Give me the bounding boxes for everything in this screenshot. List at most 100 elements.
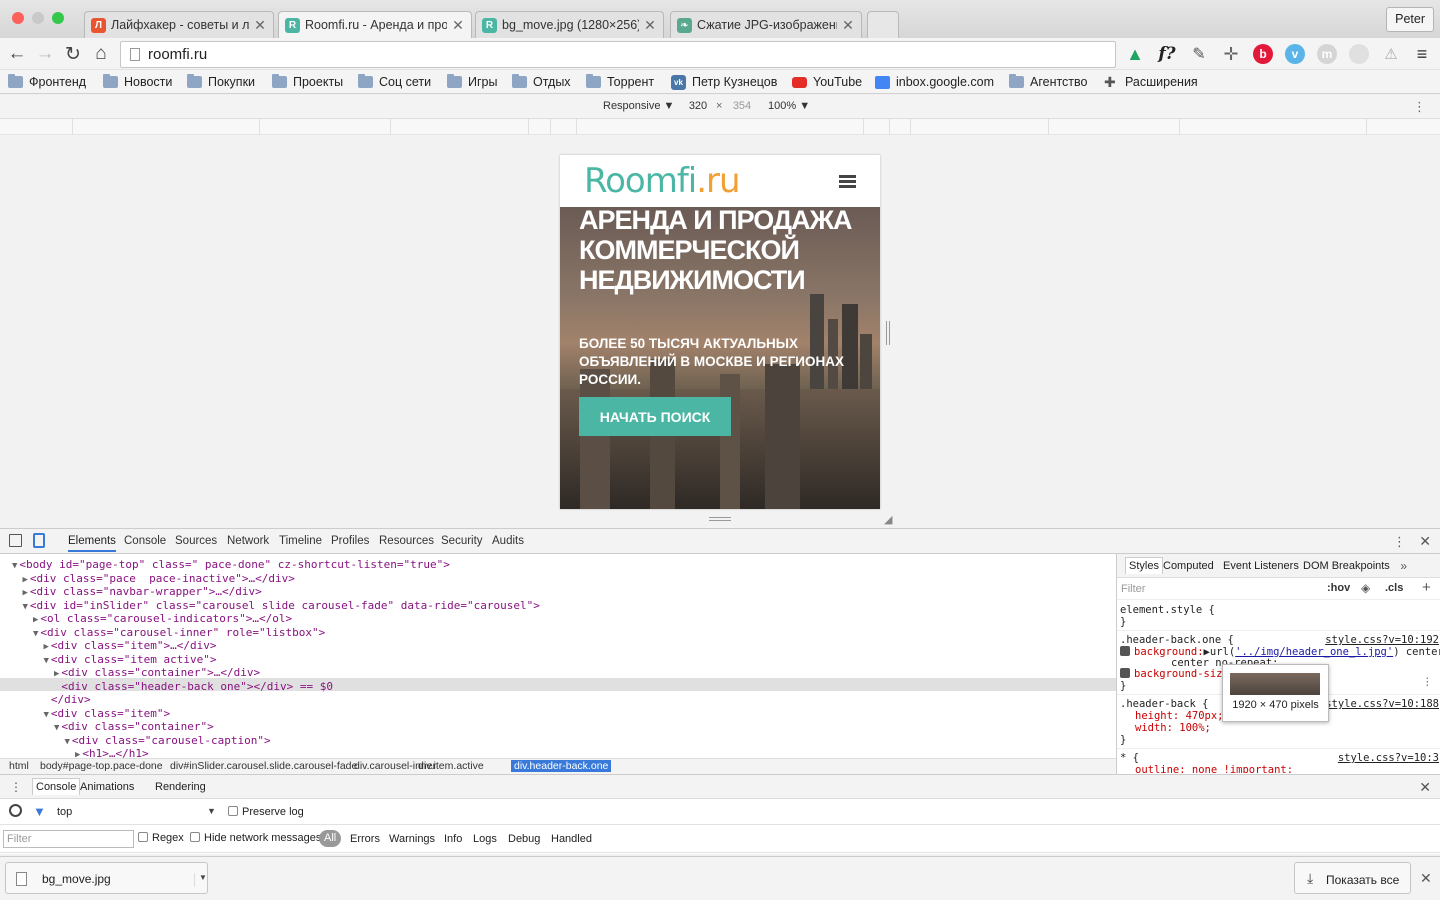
resize-handle-bottom[interactable]	[709, 517, 731, 521]
styles-tab[interactable]: Event Listeners	[1223, 560, 1299, 572]
bookmark-item[interactable]: Игры	[447, 73, 497, 91]
bookmark-item[interactable]: Покупки	[187, 73, 255, 91]
level-all-button[interactable]: All	[319, 830, 342, 847]
vimeo-icon[interactable]: v	[1285, 44, 1305, 64]
devtools-tab-console[interactable]: Console	[124, 535, 166, 547]
more-tabs-icon[interactable]: »	[1400, 559, 1407, 573]
start-search-button[interactable]: НАЧАТЬ ПОИСК	[579, 397, 731, 436]
browser-tab[interactable]: Л Лайфхакер - советы и лайфхаки ✕	[84, 11, 274, 38]
bookmark-item[interactable]: ✚ Расширения	[1104, 73, 1198, 91]
height-input[interactable]: 354	[728, 100, 756, 112]
level-filter-button[interactable]: Warnings	[389, 833, 435, 845]
close-devtools-icon[interactable]: ✕	[1419, 533, 1431, 550]
devtools-tab-audits[interactable]: Audits	[492, 535, 524, 547]
bookmark-item[interactable]: Торрент	[586, 73, 654, 91]
bookmark-item[interactable]: Новости	[103, 73, 172, 91]
address-bar[interactable]: roomfi.ru	[120, 41, 1116, 68]
level-filter-button[interactable]: Logs	[473, 833, 497, 845]
drawer-tab[interactable]: Console	[32, 778, 81, 795]
home-button[interactable]: ⌂	[89, 42, 113, 66]
device-mode-select[interactable]: Responsive ▼	[603, 100, 674, 112]
eyedropper-icon[interactable]: ✎	[1189, 44, 1209, 64]
rule-menu-icon[interactable]: ⋮	[1422, 676, 1433, 688]
breadcrumb-item[interactable]: body#page-top.pace-done	[37, 760, 166, 772]
warning-icon[interactable]: ⚠	[1381, 44, 1401, 64]
ruler-crosshair-icon[interactable]: ✛	[1221, 44, 1241, 64]
expand-arrow-icon[interactable]: ▼	[23, 602, 28, 612]
bookmark-item[interactable]: YouTube	[792, 73, 862, 91]
level-filter-button[interactable]: Errors	[350, 833, 380, 845]
rule2-source-link[interactable]: style.css?v=10:188	[1325, 698, 1439, 710]
preserve-log-option[interactable]: Preserve log	[228, 806, 304, 818]
zoom-select[interactable]: 100% ▼	[768, 100, 810, 112]
minimize-window-button[interactable]	[32, 12, 44, 24]
close-drawer-icon[interactable]: ✕	[1419, 779, 1431, 796]
clear-console-icon[interactable]	[9, 804, 22, 817]
profile-button[interactable]: Peter	[1386, 7, 1434, 32]
hide-network-option[interactable]: Hide network messages	[190, 832, 321, 844]
new-rule-icon[interactable]: +	[1422, 579, 1431, 596]
breadcrumb-item[interactable]: div#inSlider.carousel.slide.carousel-fad…	[167, 760, 360, 772]
m-extension-icon[interactable]: m	[1317, 44, 1337, 64]
resize-corner-icon[interactable]: ◢	[884, 513, 892, 526]
checkbox-icon[interactable]	[228, 806, 238, 816]
checkbox-icon[interactable]	[190, 832, 200, 842]
browser-tab[interactable]: ❧ Сжатие JPG-изображений ✕	[670, 11, 862, 38]
devtools-tab-security[interactable]: Security	[441, 535, 483, 547]
drawer-tab[interactable]: Rendering	[155, 781, 206, 793]
device-toggle-icon[interactable]	[33, 533, 45, 548]
pocket-icon[interactable]	[1349, 44, 1369, 64]
bookmark-item[interactable]: vk Петр Кузнецов	[671, 73, 777, 91]
level-filter-button[interactable]: Info	[444, 833, 462, 845]
expand-arrow-icon[interactable]: ▼	[54, 723, 59, 733]
tab-close-icon[interactable]: ✕	[253, 17, 267, 34]
hamburger-menu-icon[interactable]	[839, 175, 856, 189]
expand-arrow-icon[interactable]: ▼	[12, 561, 17, 571]
expand-arrow-icon[interactable]: ▼	[65, 737, 70, 747]
bookmark-item[interactable]: inbox.google.com	[875, 73, 994, 91]
level-filter-button[interactable]: Handled	[551, 833, 592, 845]
tab-close-icon[interactable]: ✕	[841, 17, 855, 34]
roomfi-logo[interactable]: Roomfi.ru	[584, 161, 741, 201]
resize-handle-right[interactable]	[886, 321, 890, 345]
bookmark-item[interactable]: Отдых	[512, 73, 571, 91]
level-filter-button[interactable]: Debug	[508, 833, 540, 845]
bookmark-item[interactable]: Агентство	[1009, 73, 1088, 91]
tab-close-icon[interactable]: ✕	[451, 17, 465, 34]
breadcrumb-item[interactable]: div.item.active	[415, 760, 487, 772]
styles-filter-input[interactable]: Filter	[1121, 583, 1145, 595]
bookmark-item[interactable]: Соц сети	[358, 73, 431, 91]
more-options-icon[interactable]: ⋮	[1413, 99, 1426, 115]
inspect-element-icon[interactable]	[9, 534, 22, 547]
class-toggle[interactable]: .cls	[1385, 582, 1403, 594]
devtools-tab-network[interactable]: Network	[227, 535, 269, 547]
styles-tab[interactable]: DOM Breakpoints	[1303, 560, 1390, 572]
devtools-tab-elements[interactable]: Elements	[68, 535, 116, 552]
google-drive-icon[interactable]: ▲	[1125, 44, 1145, 64]
download-item[interactable]: bg_move.jpg ▼	[5, 862, 208, 894]
devtools-tab-timeline[interactable]: Timeline	[279, 535, 322, 547]
devtools-tab-profiles[interactable]: Profiles	[331, 535, 369, 547]
bookmark-item[interactable]: Фронтенд	[8, 73, 86, 91]
color-format-icon[interactable]: ◈	[1361, 581, 1370, 595]
expand-arrow-icon[interactable]: ▼	[44, 710, 49, 720]
browser-tab[interactable]: R Roomfi.ru - Аренда и продажа ✕	[278, 11, 472, 38]
bookmark-item[interactable]: Проекты	[272, 73, 343, 91]
checkbox-icon[interactable]	[138, 832, 148, 842]
expand-arrow-icon[interactable]: ▶	[33, 615, 38, 625]
context-dropdown-icon[interactable]: ▼	[207, 806, 216, 816]
devtools-tab-sources[interactable]: Sources	[175, 535, 217, 547]
expand-arrow-icon[interactable]: ▼	[33, 629, 38, 639]
hover-state-toggle[interactable]: :hov	[1327, 582, 1350, 594]
dom-node-line[interactable]: <div class="header-back one"></div> == $…	[54, 680, 333, 696]
tab-close-icon[interactable]: ✕	[643, 17, 657, 34]
context-select[interactable]: top	[57, 806, 72, 818]
lastpass-icon[interactable]: b	[1253, 44, 1273, 64]
new-tab-button[interactable]	[867, 11, 899, 38]
show-all-downloads-button[interactable]: ⤓ Показать все	[1294, 862, 1411, 894]
drawer-menu-icon[interactable]: ⋮	[10, 780, 22, 794]
expand-arrow-icon[interactable]: ▶	[54, 669, 59, 679]
styles-tab[interactable]: Computed	[1163, 560, 1214, 572]
breadcrumb-item[interactable]: html	[6, 760, 32, 772]
regex-option[interactable]: Regex	[138, 832, 184, 844]
